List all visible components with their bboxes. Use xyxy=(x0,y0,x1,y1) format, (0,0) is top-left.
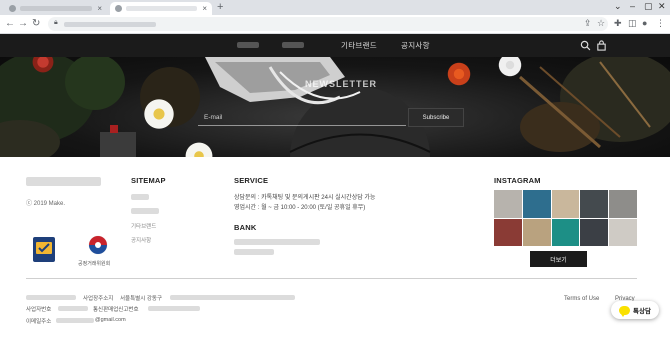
close-tab-icon[interactable]: × xyxy=(202,4,207,13)
talk-label: 톡상담 xyxy=(633,308,651,315)
business-address-value: 서울특별시 강동구 xyxy=(120,296,163,302)
newsletter-title: NEWSLETTER xyxy=(305,79,377,89)
instagram-grid xyxy=(494,190,637,246)
sitemap-title: SITEMAP xyxy=(131,176,166,185)
site-header: 기타브랜드 공지사항 xyxy=(0,34,670,57)
instagram-thumbnail[interactable] xyxy=(522,218,551,246)
url-redacted xyxy=(64,22,156,27)
side-panel-icon[interactable]: ◫ xyxy=(628,18,637,29)
new-tab-button[interactable]: + xyxy=(217,1,223,13)
brand-name-redacted xyxy=(26,177,101,186)
hero-background-image xyxy=(0,57,670,157)
sitemap-link-notice[interactable]: 공지사항 xyxy=(131,236,151,244)
menu-icon[interactable]: ⋮ xyxy=(656,18,665,29)
service-hours-line: 상담문의 : 카톡채팅 및 문의게시판 24시 실시간상담 가능 xyxy=(234,195,376,201)
close-window-icon[interactable]: ✕ xyxy=(658,1,666,12)
instagram-thumbnail[interactable] xyxy=(609,190,637,218)
tab-title-redacted xyxy=(20,6,93,11)
business-number-label: 사업자번호 xyxy=(26,307,52,313)
fair-trade-label: 공정거래위원회 xyxy=(78,261,111,267)
mail-order-number-label: 통신판매업신고번호 xyxy=(93,307,139,313)
reload-icon[interactable]: ↻ xyxy=(32,18,40,29)
instagram-more-button[interactable]: 더보기 xyxy=(530,251,587,267)
mail-order-number-redacted xyxy=(148,306,200,311)
email-local-redacted xyxy=(56,318,94,323)
minimize-icon[interactable]: – xyxy=(630,1,635,11)
address-detail-redacted xyxy=(170,295,295,300)
forward-icon[interactable]: → xyxy=(18,18,28,29)
daisy-flower xyxy=(142,97,176,131)
bag-icon[interactable] xyxy=(596,40,607,51)
orange-flower xyxy=(444,61,474,87)
menu-item-other-brands[interactable]: 기타브랜드 xyxy=(341,40,377,51)
service-hours-line: 영업시간 : 월 ~ 금 10:00 - 20:00 (토/일 공휴일 휴무) xyxy=(234,205,366,211)
lock-icon: 🔒︎ xyxy=(54,19,58,26)
business-address-label: 사업장주소지 xyxy=(83,296,114,302)
instagram-thumbnail[interactable] xyxy=(522,190,551,218)
service-title: SERVICE xyxy=(234,176,269,185)
menu-item-notice[interactable]: 공지사항 xyxy=(401,40,430,51)
chevron-down-icon[interactable]: ⌄ xyxy=(614,1,622,12)
instagram-thumbnail[interactable] xyxy=(551,218,580,246)
browser-tab-strip: × × + ⌄ – ▢ ✕ xyxy=(0,0,670,15)
bank-holder-redacted xyxy=(234,249,274,255)
instagram-thumbnail[interactable] xyxy=(580,190,609,218)
browser-toolbar: ← → ↻ 🔒︎ ⇪ ☆ ✚ ◫ ● ⋮ xyxy=(0,15,670,34)
copyright-text: ⓒ 2019 Make. xyxy=(26,201,66,207)
email-label: 이메일주소 xyxy=(26,319,52,325)
email-domain: @gmail.com xyxy=(95,317,126,323)
instagram-thumbnail[interactable] xyxy=(494,218,522,246)
sitemap-link-other-brands[interactable]: 기타브랜드 xyxy=(131,222,156,230)
instagram-thumbnail[interactable] xyxy=(609,218,637,246)
business-number-redacted xyxy=(58,306,88,311)
sitemap-link-redacted[interactable] xyxy=(131,208,159,214)
browser-tab[interactable]: × xyxy=(4,2,107,15)
terms-of-use-link[interactable]: Terms of Use xyxy=(564,296,599,302)
email-input[interactable] xyxy=(198,109,406,126)
menu-item-redacted[interactable] xyxy=(282,42,304,48)
search-icon[interactable] xyxy=(580,40,591,51)
instagram-thumbnail[interactable] xyxy=(494,190,522,218)
newsletter-hero: NEWSLETTER Subscribe xyxy=(0,57,670,157)
star-icon[interactable]: ☆ xyxy=(597,18,605,29)
back-icon[interactable]: ← xyxy=(5,18,15,29)
address-bar[interactable]: 🔒︎ xyxy=(48,17,608,31)
maximize-icon[interactable]: ▢ xyxy=(644,1,653,12)
kakao-talk-chat-button[interactable]: 톡상담 xyxy=(611,301,659,319)
close-tab-icon[interactable]: × xyxy=(97,4,102,13)
profile-icon[interactable]: ● xyxy=(642,18,647,28)
bank-account-redacted xyxy=(234,239,320,245)
bank-title: BANK xyxy=(234,223,257,232)
tab-title-redacted xyxy=(126,6,198,11)
instagram-thumbnail[interactable] xyxy=(551,190,580,218)
subscribe-button[interactable]: Subscribe xyxy=(408,108,464,127)
chat-bubble-icon xyxy=(619,305,631,317)
logo-redacted[interactable] xyxy=(237,42,259,48)
share-icon[interactable]: ⇪ xyxy=(584,18,592,29)
sitemap-link-redacted[interactable] xyxy=(131,194,149,200)
company-name-redacted xyxy=(26,295,76,300)
site-footer: ⓒ 2019 Make. 공정거래위원회 SITEMAP 기타브랜드 공지사항 … xyxy=(0,157,670,345)
favicon-icon xyxy=(9,5,16,12)
browser-tab-active[interactable]: × xyxy=(110,2,212,15)
fair-trade-commission-logo-icon[interactable] xyxy=(88,235,108,255)
extensions-icon[interactable]: ✚ xyxy=(614,18,622,29)
favicon-icon xyxy=(115,5,122,12)
escrow-badge-icon[interactable] xyxy=(33,237,55,262)
instagram-title: INSTAGRAM xyxy=(494,176,541,185)
instagram-thumbnail[interactable] xyxy=(580,218,609,246)
footer-divider xyxy=(26,278,637,279)
